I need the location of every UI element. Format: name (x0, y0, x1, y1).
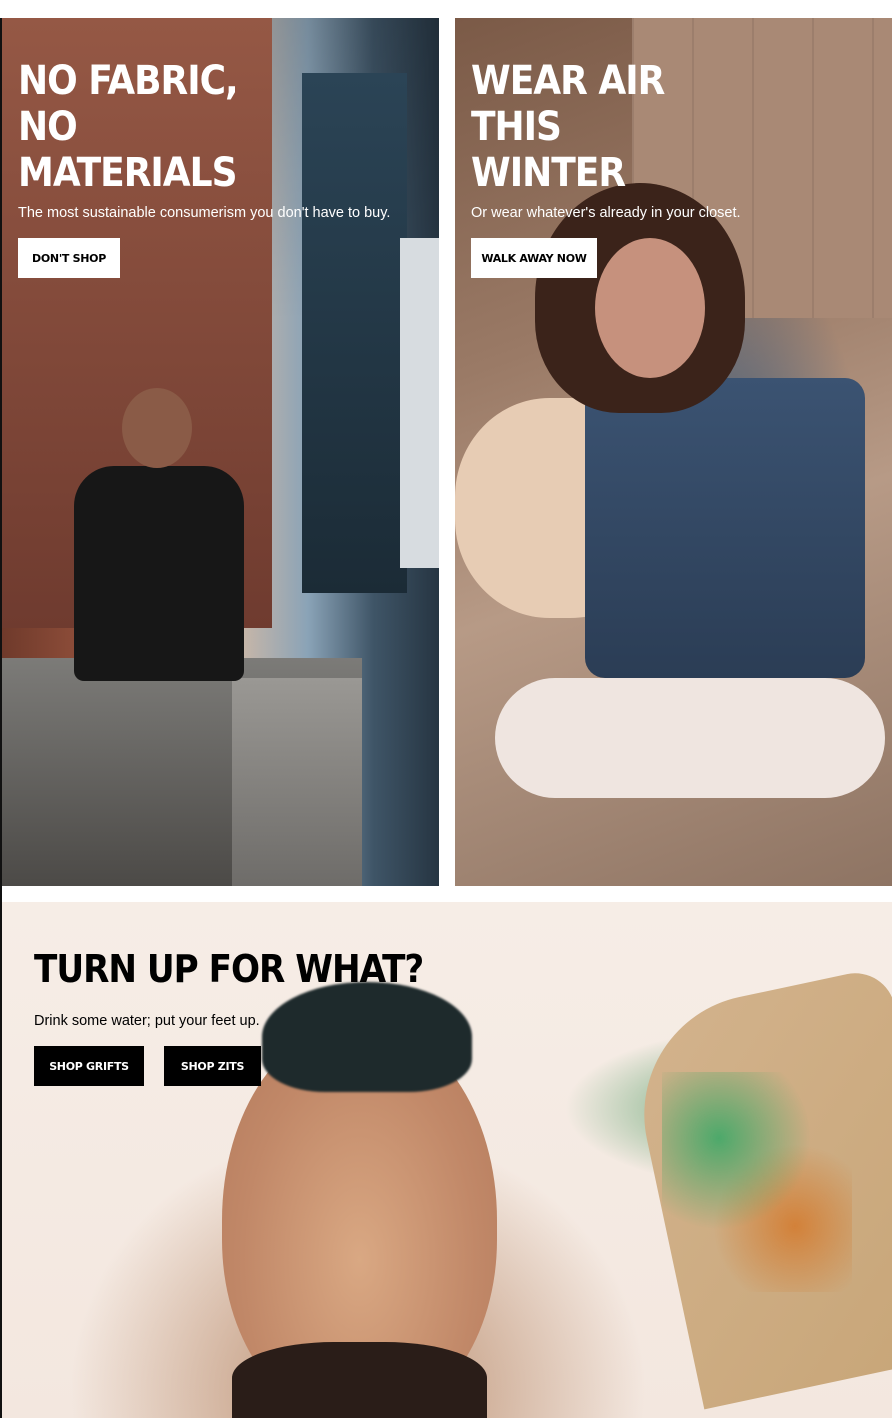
promo-tile-left: No Fabric, No Materials The most sustain… (2, 18, 439, 886)
dont-shop-button[interactable]: Don't Shop (18, 238, 120, 278)
promo-subtitle: Or wear whatever's already in your close… (471, 205, 741, 221)
promo-subtitle: The most sustainable consumerism you don… (18, 205, 391, 221)
rooftop-ledge (232, 678, 362, 886)
shop-grifts-button[interactable]: Shop Grifts (34, 1046, 144, 1086)
seated-man-image (74, 466, 244, 681)
woman-legs (495, 678, 885, 798)
shop-zits-button[interactable]: Shop Zits (164, 1046, 261, 1086)
feature-banner: Turn Up For What? Drink some water; put … (2, 902, 892, 1418)
promo-title: No Fabric, No Materials (18, 58, 239, 196)
feature-subtitle: Drink some water; put your feet up. (34, 1013, 260, 1029)
tattoo-art (662, 1072, 852, 1292)
woman-overalls-image (585, 378, 865, 678)
woman-face (595, 238, 705, 378)
promo-tile-right: Wear Air This Winter Or wear whatever's … (455, 18, 892, 886)
feature-title: Turn Up For What? (34, 947, 424, 991)
walk-away-now-button[interactable]: Walk Away Now (471, 238, 597, 278)
seated-man-head (122, 388, 192, 468)
promo-title: Wear Air This Winter (471, 58, 665, 196)
background-tower (302, 73, 407, 593)
bearded-man-hair (262, 982, 472, 1092)
background-building (400, 238, 439, 568)
bearded-man-beard (232, 1342, 487, 1418)
